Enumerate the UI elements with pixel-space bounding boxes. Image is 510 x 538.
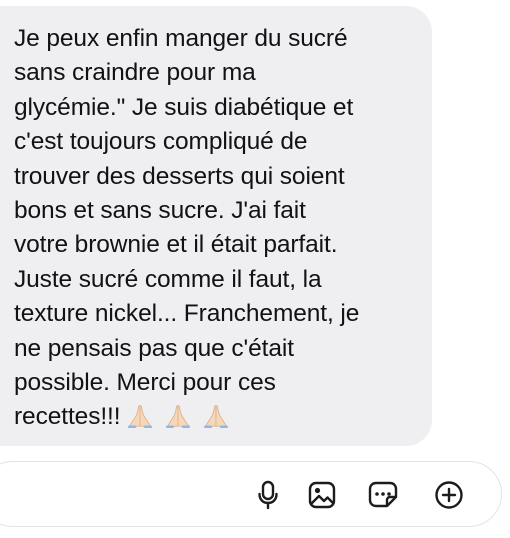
message-line: trouver des desserts qui soient [14, 162, 345, 190]
message-line: glycémie." Je suis diabétique et [14, 93, 354, 121]
voice-message-button[interactable] [251, 478, 285, 512]
message-line: texture nickel... Franchement, je [14, 300, 360, 328]
message-line: recettes!!! [14, 403, 121, 431]
folded-hands-icon [202, 404, 230, 429]
message-bubble[interactable]: Je peux enfin manger du sucré sans crain… [0, 6, 432, 446]
message-line: ne pensais pas que c'était [14, 334, 294, 362]
message-line: Juste sucré comme il faut, la [14, 265, 322, 293]
message-last-line: recettes!!! [14, 400, 414, 438]
message-line: votre brownie et il était parfait. [14, 231, 338, 259]
add-icon [434, 480, 464, 510]
folded-hands-icon [164, 404, 192, 429]
emoji-group [126, 404, 232, 438]
message-line: possible. Merci pour ces [14, 369, 276, 397]
message-input[interactable] [11, 478, 235, 510]
message-text: Je peux enfin manger du sucré sans crain… [14, 22, 414, 439]
more-options-button[interactable] [432, 478, 466, 512]
message-composer [0, 461, 502, 527]
microphone-icon [256, 480, 280, 510]
sticker-icon [367, 480, 399, 510]
sticker-button[interactable] [366, 478, 400, 512]
message-line: c'est toujours compliqué de [14, 128, 308, 156]
gallery-button[interactable] [305, 478, 339, 512]
folded-hands-icon [126, 404, 154, 429]
message-line: sans craindre pour ma [14, 59, 256, 87]
image-icon [307, 480, 337, 510]
message-line: Je peux enfin manger du sucré [14, 25, 348, 52]
message-line: bons et sans sucre. J'ai fait [14, 197, 306, 225]
